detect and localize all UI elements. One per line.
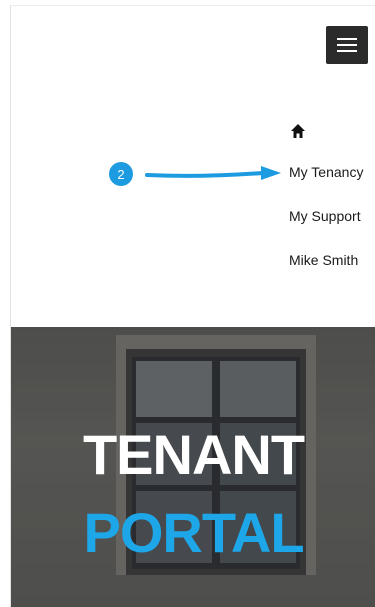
nav-item-my-support[interactable]: My Support — [289, 208, 361, 224]
page: My Tenancy My Support Mike Smith 2 TENAN — [0, 0, 375, 607]
annotation-arrow-icon — [145, 166, 281, 180]
annotation-badge: 2 — [109, 162, 133, 186]
mobile-viewport: My Tenancy My Support Mike Smith 2 TENAN — [10, 5, 375, 607]
hero-title-line1: TENANT — [82, 423, 305, 486]
menu-bar — [337, 50, 357, 52]
nav-item-my-tenancy[interactable]: My Tenancy — [289, 164, 363, 180]
hero-banner: TENANT PORTAL — [11, 327, 375, 607]
hamburger-menu-icon[interactable] — [326, 26, 368, 64]
hero-title-line2: PORTAL — [83, 501, 304, 564]
menu-bar — [337, 44, 357, 46]
menu-bar — [337, 38, 357, 40]
nav-item-user-menu[interactable]: Mike Smith — [289, 252, 358, 268]
home-icon[interactable] — [289, 122, 307, 140]
